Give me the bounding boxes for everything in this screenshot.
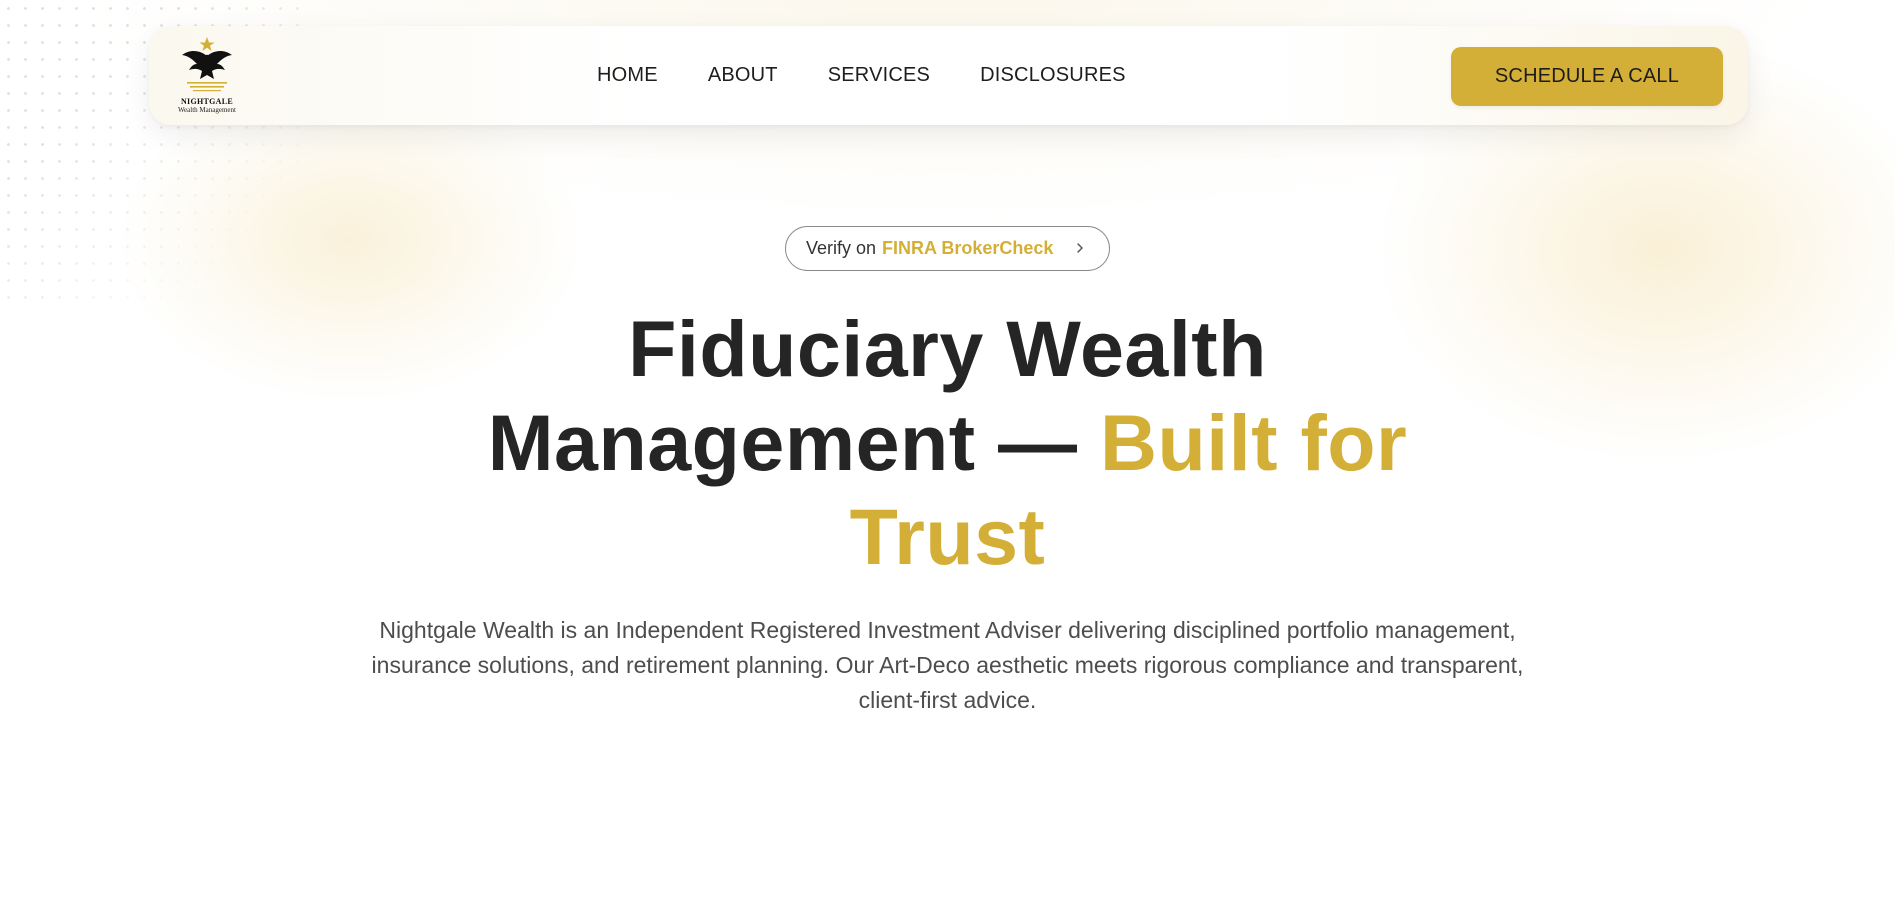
chevron-right-icon [1077,243,1083,253]
site-header: NIGHTGALE Wealth Management HOME ABOUT S… [149,26,1748,125]
logo[interactable]: NIGHTGALE Wealth Management [173,36,241,116]
verify-brand: FINRA BrokerCheck [882,238,1054,258]
main-nav: HOME ABOUT SERVICES DISCLOSURES [597,26,1126,125]
schedule-call-button[interactable]: SCHEDULE A CALL [1451,47,1723,106]
nav-item-disclosures[interactable]: DISCLOSURES [980,64,1126,87]
nav-item-about[interactable]: ABOUT [708,64,778,87]
logo-name: NIGHTGALE [180,97,234,106]
hero-description: Nightgale Wealth is an Independent Regis… [371,617,1524,713]
eagle-star-icon [182,37,232,92]
verify-prefix: Verify on [806,238,877,258]
hero-title-line1: Fiduciary Wealth [628,304,1267,393]
nav-item-home[interactable]: HOME [597,64,658,87]
hero-title: Fiduciary Wealth Management — Built for … [380,302,1515,584]
nav-item-services[interactable]: SERVICES [828,64,930,87]
hero-title-line2: Management — [487,398,1078,487]
logo-subtitle: Wealth Management [178,106,236,114]
finra-verify-link[interactable]: Verify on FINRA BrokerCheck [785,226,1110,271]
